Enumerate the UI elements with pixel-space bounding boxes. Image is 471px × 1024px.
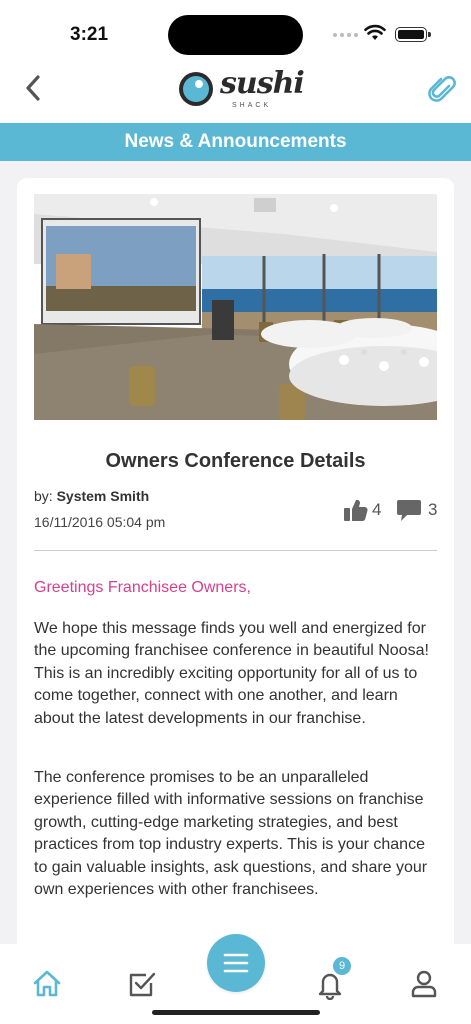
back-button[interactable] <box>20 72 46 104</box>
menu-button[interactable] <box>207 934 265 992</box>
divider <box>34 550 437 551</box>
profile-icon[interactable] <box>408 968 440 1000</box>
signal-icon <box>333 33 358 37</box>
logo-mark-icon <box>179 72 213 106</box>
article-paragraph: The conference promises to be an unparal… <box>34 769 428 899</box>
like-count: 4 <box>372 500 382 519</box>
author-name: System Smith <box>56 488 150 504</box>
like-button[interactable]: 4 <box>343 498 381 522</box>
author-prefix: by: <box>34 488 57 504</box>
author-line: by: System Smith <box>34 488 149 504</box>
article-greeting: Greetings Franchisee Owners, <box>34 579 251 596</box>
article-title: Owners Conference Details <box>105 450 366 472</box>
home-indicator <box>152 1010 320 1015</box>
attachment-button[interactable] <box>425 72 459 106</box>
section-title: News & Announcements <box>124 131 347 152</box>
section-header: News & Announcements <box>0 123 471 161</box>
article-paragraph: We hope this message finds you well and … <box>34 620 429 727</box>
home-icon[interactable] <box>31 968 63 1000</box>
comment-count: 3 <box>428 500 438 519</box>
menu-icon <box>223 953 249 973</box>
comment-icon <box>397 500 421 521</box>
comment-button[interactable]: 3 <box>396 498 437 522</box>
status-time: 3:21 <box>70 24 109 45</box>
article-hero-image <box>34 194 437 420</box>
logo-subtitle: SHACK <box>232 102 272 109</box>
status-bar: 3:21 <box>0 0 471 60</box>
dynamic-island <box>168 15 303 55</box>
wifi-icon <box>364 24 386 40</box>
notification-badge: 9 <box>331 955 353 977</box>
logo-wordmark: sushi <box>220 66 305 101</box>
app-header: sushi SHACK <box>0 60 471 123</box>
tasks-icon[interactable] <box>126 968 158 1000</box>
battery-icon <box>395 27 431 42</box>
brand-logo: sushi SHACK <box>178 66 305 118</box>
post-date: 16/11/2016 05:04 pm <box>34 514 166 530</box>
article-card: Owners Conference Details by: System Smi… <box>17 178 454 968</box>
thumbs-up-icon <box>344 499 368 521</box>
